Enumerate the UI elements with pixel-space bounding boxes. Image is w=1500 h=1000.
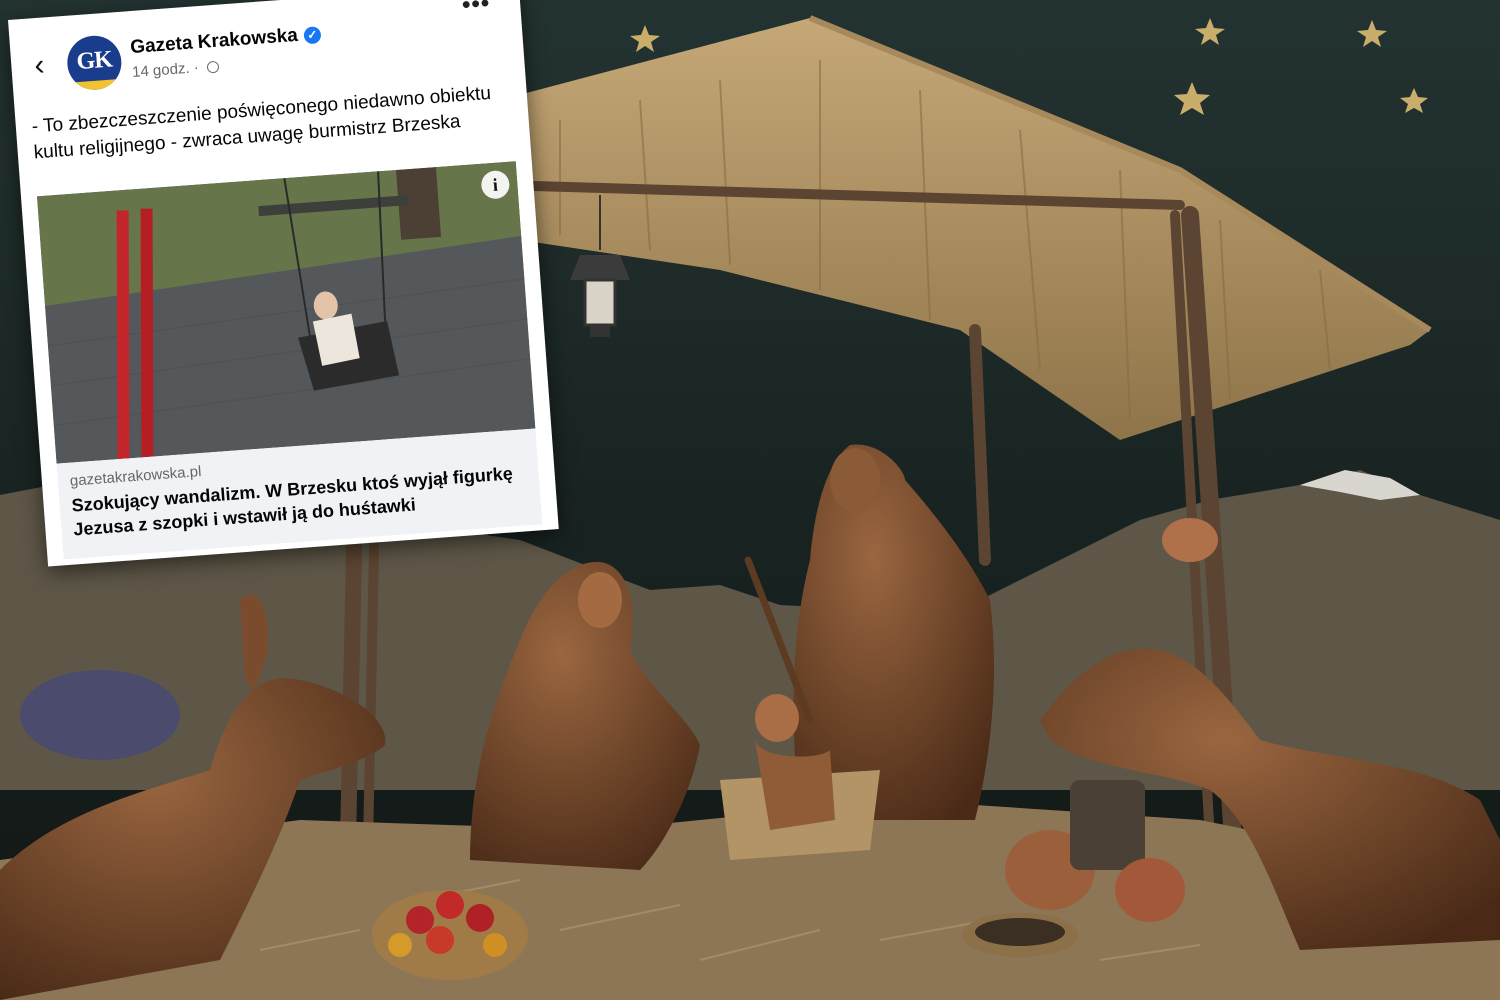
meta-separator: · bbox=[193, 59, 200, 77]
logo-yellow-band bbox=[68, 78, 124, 92]
globe-icon bbox=[206, 60, 220, 74]
post-time[interactable]: 14 godz. bbox=[132, 60, 191, 81]
lavender-bunch bbox=[20, 670, 180, 760]
page-avatar[interactable]: GK bbox=[65, 33, 124, 92]
back-button[interactable]: ‹ bbox=[24, 48, 54, 83]
verified-badge-icon: ✓ bbox=[303, 26, 322, 45]
page-name: Gazeta Krakowska bbox=[129, 24, 299, 59]
olive-basket bbox=[962, 913, 1078, 957]
link-preview-image[interactable]: i bbox=[36, 161, 536, 464]
more-options-button[interactable]: ••• bbox=[456, 0, 498, 23]
ellipsis-icon: ••• bbox=[461, 0, 492, 19]
chevron-left-icon: ‹ bbox=[33, 48, 46, 83]
page-name-link[interactable]: Gazeta Krakowska ✓ bbox=[130, 23, 322, 59]
pepper-basket bbox=[372, 890, 528, 980]
playground-swing-photo bbox=[36, 161, 536, 464]
post-meta: 14 godz. · bbox=[132, 58, 220, 81]
logo-text: GK bbox=[75, 46, 113, 75]
facebook-post-card: ‹ GK Gazeta Krakowska ✓ 14 godz. · ••• - … bbox=[8, 0, 559, 567]
